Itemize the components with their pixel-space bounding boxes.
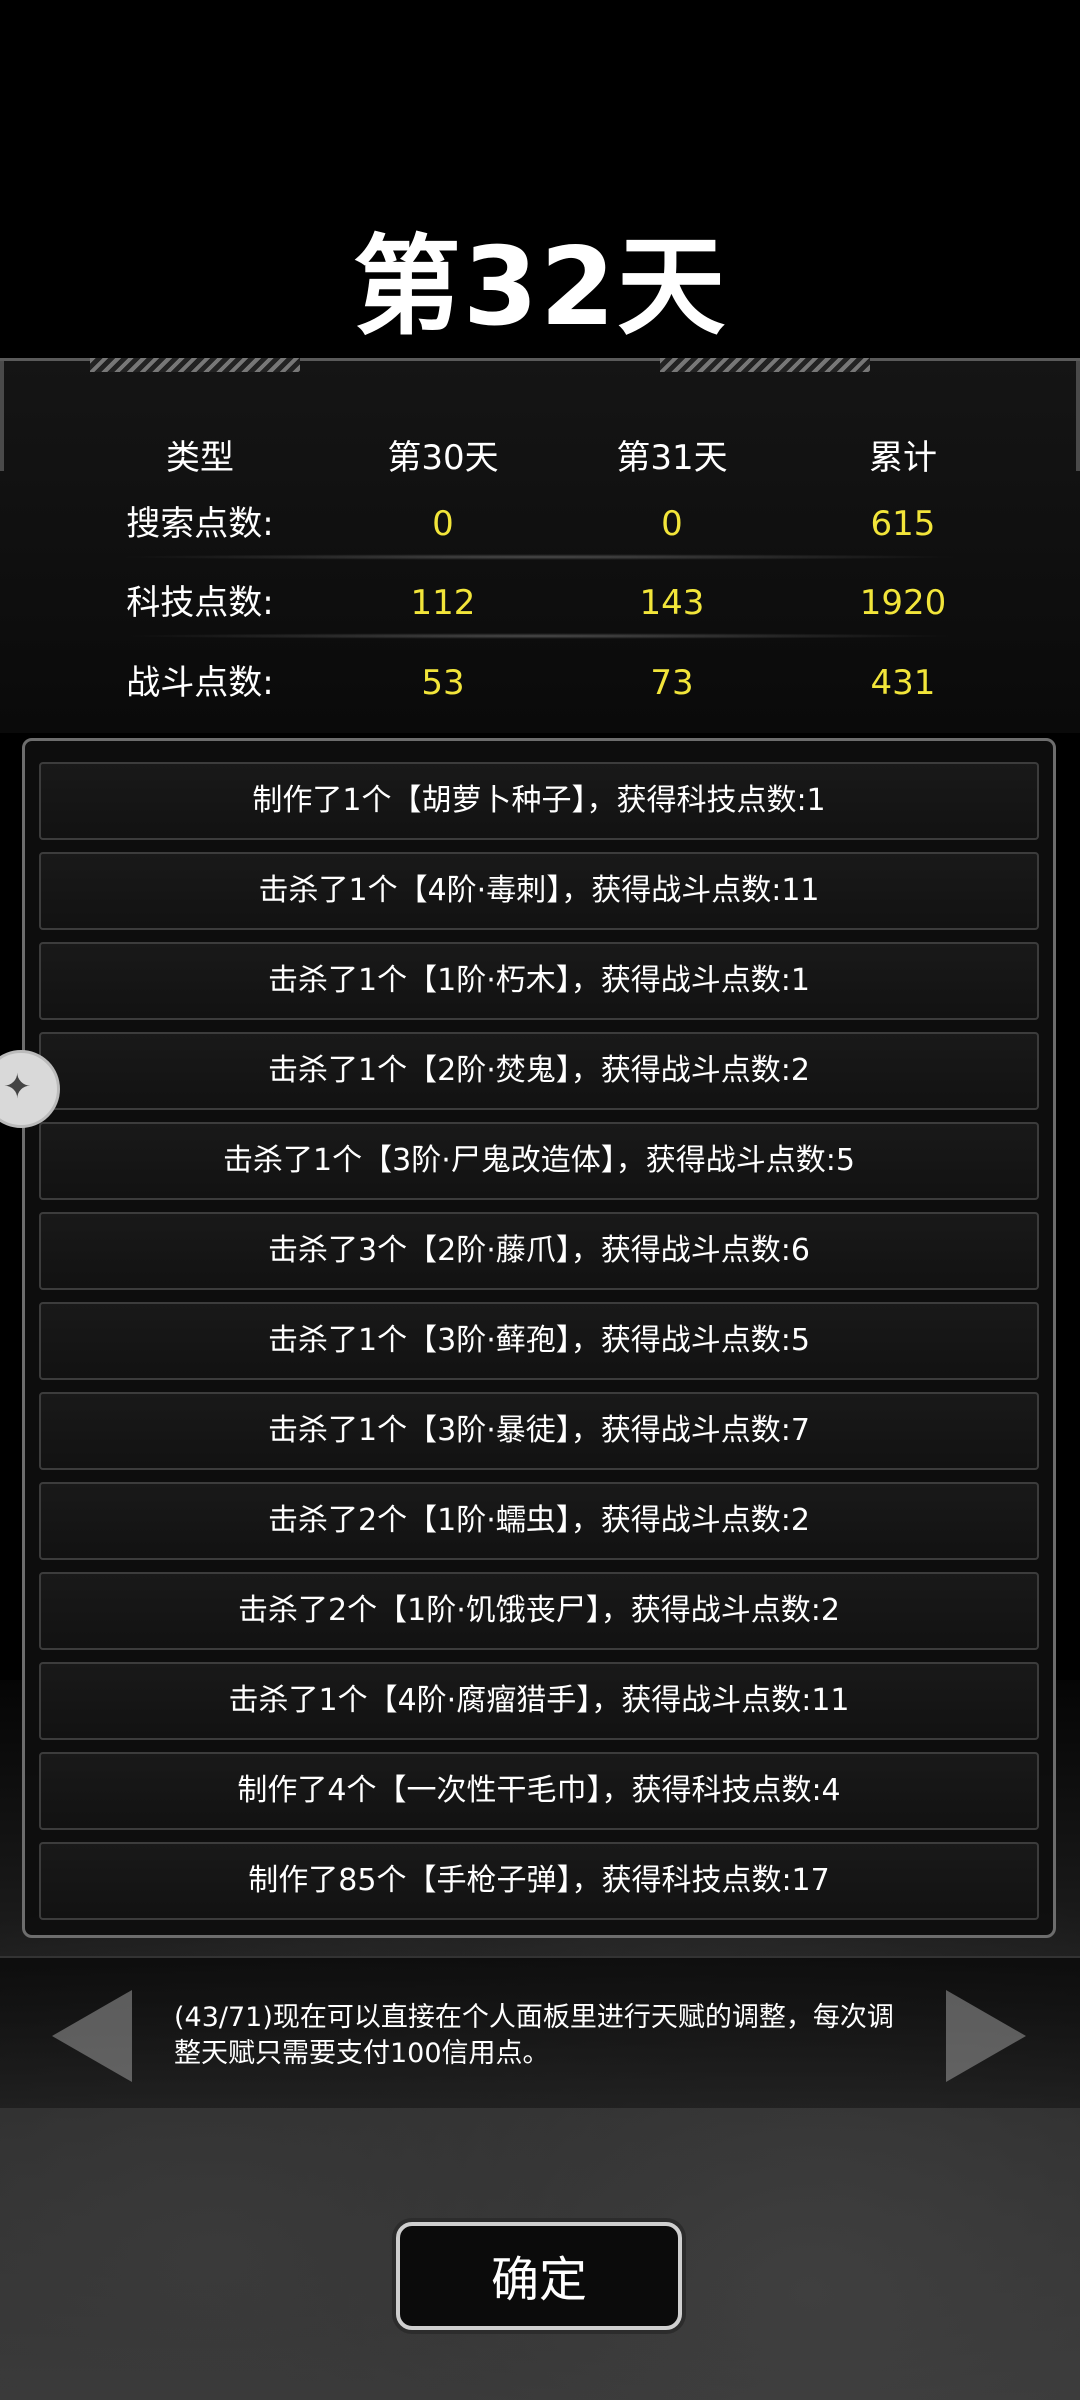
stat-label: 战斗点数: [126,663,274,703]
stat-total-value: 1920 [859,583,947,623]
next-tip-arrow-icon[interactable] [946,1990,1026,2082]
header-total: 累计 [869,438,937,478]
stats-panel: 类型 第30天 第31天 累计 搜索点数: 0 0 615 科技点数: 112 … [0,358,1080,733]
stat-day31-value: 73 [650,663,694,703]
previous-tip-arrow-icon[interactable] [52,1990,132,2082]
log-item: 击杀了1个【4阶·腐瘤猎手】，获得战斗点数:11 [39,1662,1039,1740]
frame-decoration-right [660,358,870,372]
log-item: 击杀了1个【3阶·暴徒】，获得战斗点数:7 [39,1392,1039,1470]
day-title: 第32天 [352,225,728,350]
stat-day30-value: 112 [410,583,476,623]
log-item: 击杀了1个【4阶·毒刺】，获得战斗点数:11 [39,852,1039,930]
log-item: 击杀了1个【1阶·朽木】，获得战斗点数:1 [39,942,1039,1020]
stat-label: 搜索点数: [126,504,274,544]
activity-log-panel[interactable]: 制作了1个【胡萝卜种子】，获得科技点数:1 击杀了1个【4阶·毒刺】，获得战斗点… [22,738,1056,1938]
header-day31: 第31天 [616,438,728,478]
confirm-button[interactable]: 确定 [396,2222,682,2330]
assistant-icon: ✦ [3,1067,32,1107]
log-item: 击杀了3个【2阶·藤爪】，获得战斗点数:6 [39,1212,1039,1290]
stat-day30-value: 0 [432,504,454,544]
frame-decoration-left [90,358,300,372]
header-type: 类型 [166,438,234,478]
stat-total-value: 431 [870,663,936,703]
tip-text: (43/71)现在可以直接在个人面板里进行天赋的调整，每次调整天赋只需要支付10… [174,2002,894,2069]
log-item: 击杀了2个【1阶·饥饿丧尸】，获得战斗点数:2 [39,1572,1039,1650]
stat-day31-value: 143 [639,583,705,623]
stats-row-search: 搜索点数: 0 0 615 [0,494,1080,560]
log-item: 制作了1个【胡萝卜种子】，获得科技点数:1 [39,762,1039,840]
row-divider [120,554,960,560]
stats-row-combat: 战斗点数: 53 73 431 [0,653,1080,713]
stats-header-row: 类型 第30天 第31天 累计 [0,428,1080,488]
stat-day31-value: 0 [661,504,683,544]
stat-day30-value: 53 [421,663,465,703]
log-item: 击杀了1个【3阶·藓孢】，获得战斗点数:5 [39,1302,1039,1380]
log-item: 击杀了1个【2阶·焚鬼】，获得战斗点数:2 [39,1032,1039,1110]
log-item: 击杀了1个【3阶·尸鬼改造体】，获得战斗点数:5 [39,1122,1039,1200]
stats-row-tech: 科技点数: 112 143 1920 [0,573,1080,639]
row-divider [120,633,960,639]
log-item: 制作了85个【手枪子弹】，获得科技点数:17 [39,1842,1039,1920]
log-item: 击杀了2个【1阶·蠕虫】，获得战斗点数:2 [39,1482,1039,1560]
log-item: 制作了4个【一次性干毛巾】，获得科技点数:4 [39,1752,1039,1830]
stat-label: 科技点数: [126,583,274,623]
header-day30: 第30天 [387,438,499,478]
stat-total-value: 615 [870,504,936,544]
